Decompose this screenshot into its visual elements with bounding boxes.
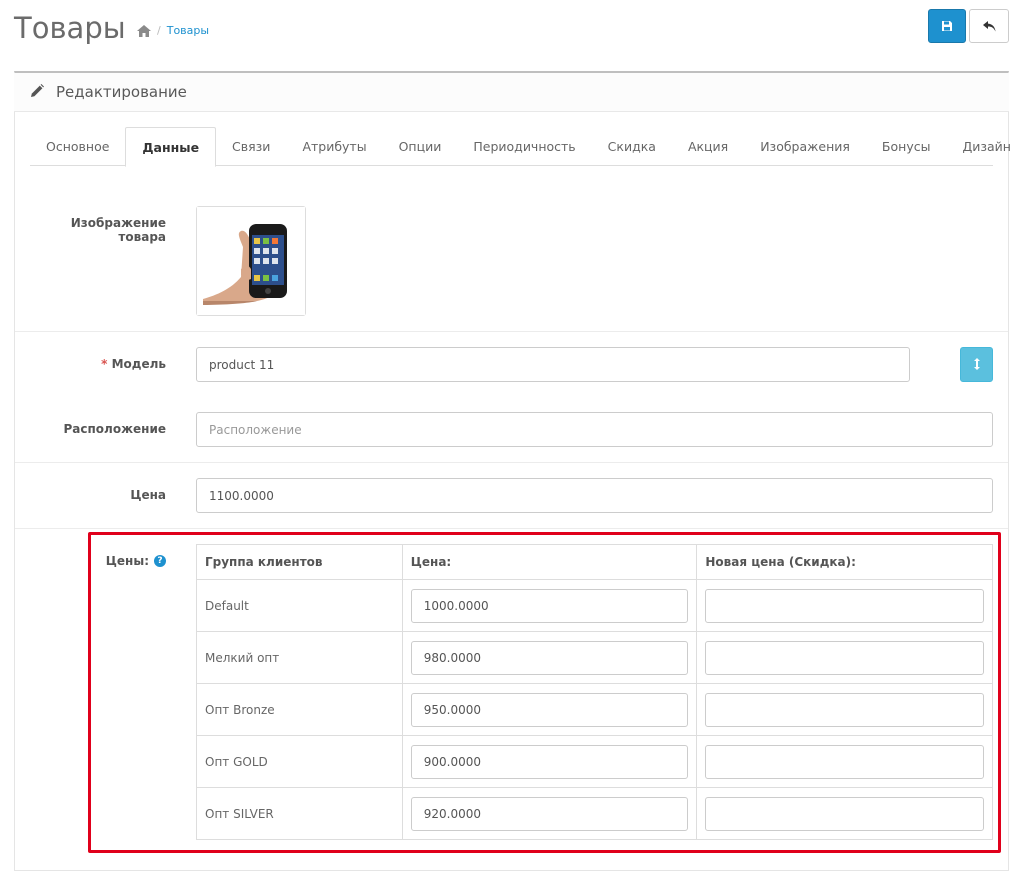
- tab-data[interactable]: Данные: [125, 127, 217, 167]
- panel-heading: Редактирование: [14, 73, 1009, 112]
- tab-attributes[interactable]: Атрибуты: [286, 127, 382, 166]
- save-icon: [941, 17, 953, 36]
- arrows-vertical-icon: [973, 355, 980, 374]
- tab-options[interactable]: Опции: [383, 127, 458, 166]
- tab-main[interactable]: Основное: [30, 127, 125, 166]
- back-button[interactable]: [969, 9, 1009, 43]
- required-marker: *: [101, 357, 108, 371]
- breadcrumb-link-products[interactable]: Товары: [167, 24, 209, 37]
- product-image[interactable]: [196, 206, 306, 316]
- reply-icon: [982, 17, 996, 36]
- phone-in-hand-image: [197, 207, 305, 315]
- tab-images[interactable]: Изображения: [744, 127, 866, 166]
- tab-special[interactable]: Акция: [672, 127, 744, 166]
- tab-discount[interactable]: Скидка: [592, 127, 672, 166]
- price-label: Цена: [130, 488, 166, 502]
- tab-reward[interactable]: Бонусы: [866, 127, 947, 166]
- save-button[interactable]: [928, 9, 966, 43]
- location-label: Расположение: [63, 422, 167, 436]
- divider: [15, 462, 1008, 463]
- tab-links[interactable]: Связи: [216, 127, 286, 166]
- tab-design[interactable]: Дизайн: [946, 127, 1020, 166]
- model-input[interactable]: product 11: [196, 347, 910, 382]
- tab-recurring[interactable]: Периодичность: [457, 127, 591, 166]
- breadcrumb: / Товары: [137, 24, 209, 37]
- sort-toggle-button[interactable]: [960, 347, 993, 382]
- pencil-icon: [30, 83, 44, 102]
- tabs-bar: Основное Данные Связи Атрибуты Опции Пер…: [30, 127, 1011, 167]
- breadcrumb-separator: /: [157, 24, 161, 37]
- price-input[interactable]: 1100.0000: [196, 478, 993, 513]
- page-title: Товары: [14, 11, 126, 45]
- image-label: Изображение товара: [70, 216, 166, 244]
- model-label: * Модель: [101, 357, 166, 371]
- divider: [15, 331, 1008, 332]
- home-icon[interactable]: [137, 24, 151, 37]
- location-input[interactable]: Расположение: [196, 412, 993, 447]
- divider: [15, 528, 1008, 529]
- panel-title: Редактирование: [56, 83, 187, 101]
- highlight-frame: [88, 532, 1001, 853]
